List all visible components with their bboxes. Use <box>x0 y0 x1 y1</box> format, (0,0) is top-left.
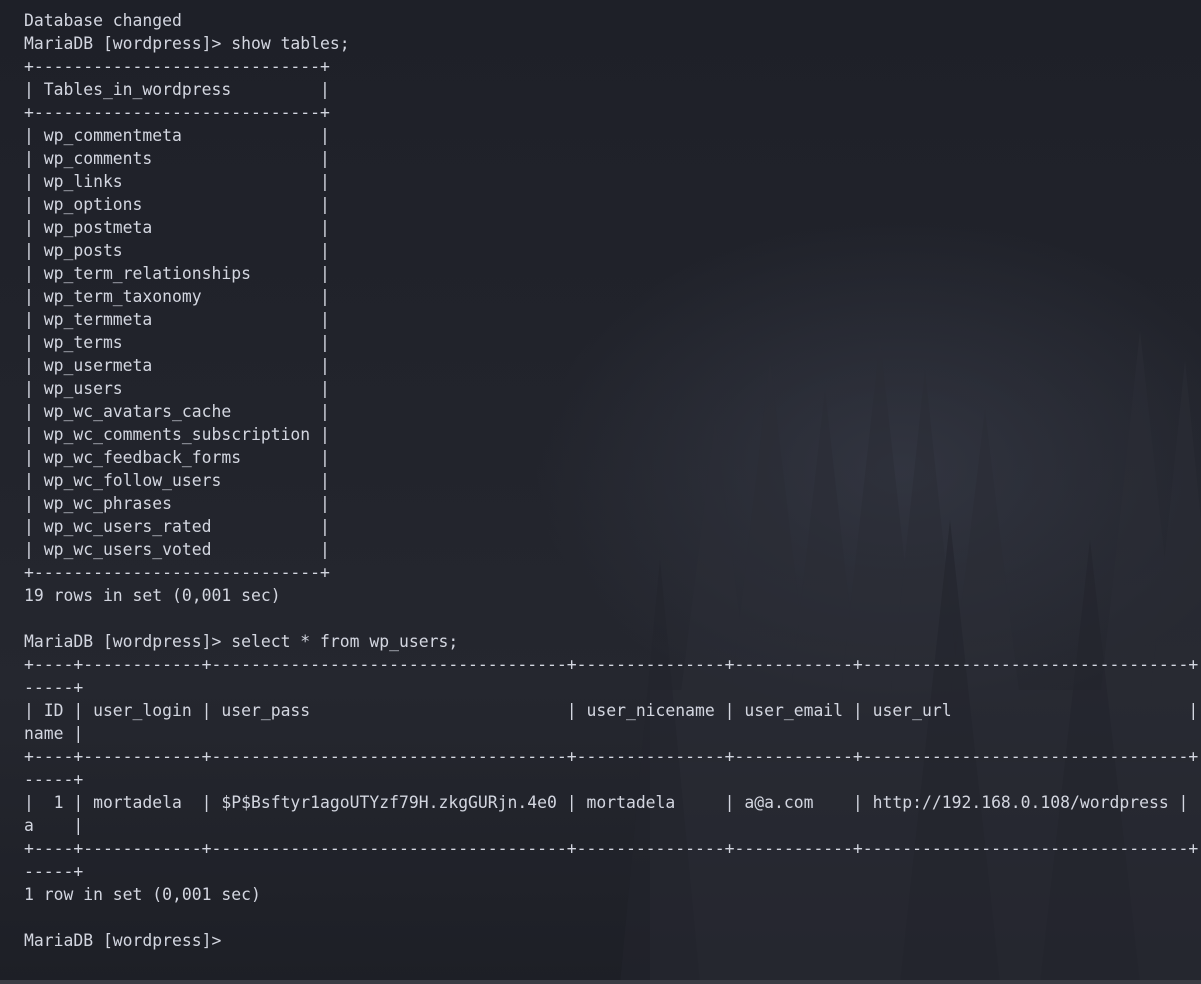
table-row: | wp_wc_users_rated | <box>24 517 330 536</box>
table-row: | wp_wc_users_voted | <box>24 540 330 559</box>
prompt-line: MariaDB [wordpress]> show tables; <box>24 34 350 53</box>
table-row: | 1 | mortadela | $P$Bsftyr1agoUTYzf79H.… <box>24 793 1189 812</box>
table-header-wrap: name | <box>24 724 84 743</box>
table-border-wrap: -----+ <box>24 862 84 881</box>
output-line: Database changed <box>24 11 182 30</box>
table-row: | wp_term_taxonomy | <box>24 287 330 306</box>
table-row: | wp_term_relationships | <box>24 264 330 283</box>
table-row: | wp_wc_avatars_cache | <box>24 402 330 421</box>
table-row: | wp_links | <box>24 172 330 191</box>
table-border: +-----------------------------+ <box>24 57 330 76</box>
table-border: +----+------------+---------------------… <box>24 747 1199 766</box>
table-row: | wp_posts | <box>24 241 330 260</box>
table-border: +----+------------+---------------------… <box>24 655 1199 674</box>
table-row: | wp_postmeta | <box>24 218 330 237</box>
active-prompt[interactable]: MariaDB [wordpress]> <box>24 929 1201 952</box>
result-summary: 1 row in set (0,001 sec) <box>24 885 261 904</box>
table-row: | wp_wc_phrases | <box>24 494 330 513</box>
table-row: | wp_users | <box>24 379 330 398</box>
prompt-line: MariaDB [wordpress]> select * from wp_us… <box>24 632 459 651</box>
table-header: | Tables_in_wordpress | <box>24 80 330 99</box>
table-row: | wp_comments | <box>24 149 330 168</box>
table-row: | wp_terms | <box>24 333 330 352</box>
table-row-wrap: a | <box>24 816 84 835</box>
terminal-window[interactable]: Database changed MariaDB [wordpress]> sho… <box>24 9 1201 984</box>
table-border: +-----------------------------+ <box>24 563 330 582</box>
table-row: | wp_commentmeta | <box>24 126 330 145</box>
table-row: | wp_wc_feedback_forms | <box>24 448 330 467</box>
terminal-output: Database changed MariaDB [wordpress]> sho… <box>24 9 1201 952</box>
table-border-wrap: -----+ <box>24 770 84 789</box>
table-border-wrap: -----+ <box>24 678 84 697</box>
table-row: | wp_options | <box>24 195 330 214</box>
table-border: +-----------------------------+ <box>24 103 330 122</box>
table-row: | wp_usermeta | <box>24 356 330 375</box>
window-bottom-edge <box>0 980 1201 984</box>
table-header: | ID | user_login | user_pass | user_nic… <box>24 701 1199 720</box>
table-border: +----+------------+---------------------… <box>24 839 1199 858</box>
table-row: | wp_wc_follow_users | <box>24 471 330 490</box>
table-row: | wp_termmeta | <box>24 310 330 329</box>
result-summary: 19 rows in set (0,001 sec) <box>24 586 281 605</box>
table-row: | wp_wc_comments_subscription | <box>24 425 330 444</box>
